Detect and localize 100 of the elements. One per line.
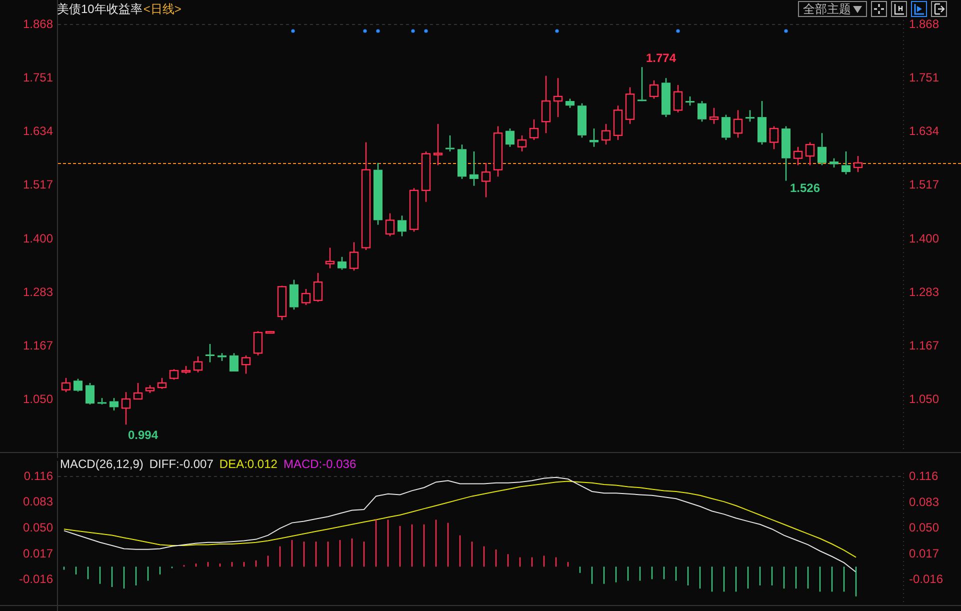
price-annotation: 0.994 xyxy=(128,428,158,442)
candlestick xyxy=(206,344,214,362)
candlestick xyxy=(541,76,551,134)
theme-dropdown[interactable]: 全部主题 xyxy=(798,1,867,17)
candlestick xyxy=(133,382,143,400)
exit-icon xyxy=(933,3,945,15)
candlestick xyxy=(74,378,82,392)
candlestick xyxy=(853,156,863,172)
candlestick xyxy=(241,355,251,374)
exit-button[interactable] xyxy=(931,1,947,17)
axis-label: 0.083 xyxy=(909,494,940,509)
candlestick xyxy=(61,378,71,392)
candlestick xyxy=(709,108,719,124)
candlestick xyxy=(470,151,478,186)
candlestick xyxy=(818,133,826,166)
candlestick xyxy=(110,398,118,410)
axis-label: -0.016 xyxy=(18,572,53,586)
axis-label: 1.634 xyxy=(22,124,53,138)
axis-label: 1.634 xyxy=(909,124,940,138)
axis-label: 1.167 xyxy=(909,338,940,352)
candlestick xyxy=(842,151,850,174)
period-label[interactable]: <日线> xyxy=(143,0,182,18)
event-dot xyxy=(363,29,367,33)
candlestick xyxy=(409,188,419,232)
event-dot xyxy=(676,29,680,33)
legend-label: MACD(26,12,9) xyxy=(60,457,144,471)
candlestick xyxy=(290,280,298,310)
axis-label: 1.517 xyxy=(22,178,53,192)
axis-label: 0.050 xyxy=(909,520,940,534)
axis-label: 1.400 xyxy=(22,231,53,246)
axis-label: 1.283 xyxy=(22,284,53,299)
candlestick xyxy=(398,216,406,236)
axis-label: 1.751 xyxy=(22,70,53,85)
candlestick xyxy=(493,126,503,177)
candlestick xyxy=(374,162,382,225)
candlestick xyxy=(338,256,346,270)
legend-label: MACD:-0.036 xyxy=(283,457,356,471)
candlestick xyxy=(157,378,167,389)
play-icon xyxy=(913,3,925,15)
crosshair-icon xyxy=(873,3,885,15)
candlestick xyxy=(673,84,683,112)
axis-label: 1.751 xyxy=(909,70,940,85)
candlestick xyxy=(506,128,514,147)
axis-label: 1.050 xyxy=(909,392,940,406)
candlestick xyxy=(638,67,646,102)
candlestick xyxy=(769,126,779,150)
candlestick xyxy=(121,392,131,425)
chart-title: 美债10年收益率 xyxy=(57,0,142,18)
candlestick xyxy=(613,106,623,140)
axis-label: 1.400 xyxy=(909,231,940,246)
candlestick xyxy=(698,101,706,122)
candlestick xyxy=(169,369,179,380)
axis-label: 0.017 xyxy=(22,546,53,560)
candlestick xyxy=(830,158,838,168)
candlestick xyxy=(421,151,431,202)
candlestick xyxy=(793,146,803,166)
axis-label: 0.116 xyxy=(24,468,53,483)
candlestick xyxy=(662,78,670,118)
candlestick xyxy=(529,119,539,140)
candlestick xyxy=(553,78,563,118)
candlestick xyxy=(230,353,238,372)
legend-label: DIFF:-0.007 xyxy=(149,457,214,471)
candlestick xyxy=(649,80,659,99)
candlestick xyxy=(481,162,491,198)
candlestick xyxy=(253,331,263,356)
axis-label: 0.083 xyxy=(22,494,53,509)
legend-label: DEA:0.012 xyxy=(219,457,278,471)
candlestick xyxy=(566,98,574,108)
candlestick xyxy=(433,124,443,166)
axis-label: -0.016 xyxy=(909,572,944,586)
price-annotation: 1.774 xyxy=(646,51,676,65)
play-button[interactable] xyxy=(911,1,927,17)
price-annotation: 1.526 xyxy=(790,181,820,195)
axis-icon xyxy=(893,3,905,15)
event-dot xyxy=(784,29,788,33)
axis-button[interactable] xyxy=(891,1,907,17)
candlestick xyxy=(86,382,94,404)
candlestick xyxy=(446,135,454,152)
candlestick xyxy=(722,114,730,140)
event-dot xyxy=(411,29,415,33)
axis-label: 1.517 xyxy=(909,178,940,192)
axis-label: 1.050 xyxy=(22,392,53,406)
candlestick xyxy=(145,385,155,393)
candlestick xyxy=(301,288,311,305)
candlestick xyxy=(458,144,466,179)
candlestick xyxy=(325,248,335,268)
candlestick xyxy=(517,135,527,152)
candlestick xyxy=(601,124,611,145)
candlestick xyxy=(218,353,226,361)
candlestick xyxy=(349,242,359,271)
candlestick xyxy=(782,126,790,181)
axis-label: 0.116 xyxy=(909,469,938,483)
crosshair-button[interactable] xyxy=(871,1,887,17)
candlestick xyxy=(805,142,815,166)
axis-label: 1.167 xyxy=(22,338,53,352)
axis-label: 1.868 xyxy=(22,17,53,31)
caret-icon xyxy=(853,6,862,12)
axis-label: 0.050 xyxy=(22,520,53,535)
candlestick xyxy=(181,366,191,374)
candlestick xyxy=(758,101,766,145)
